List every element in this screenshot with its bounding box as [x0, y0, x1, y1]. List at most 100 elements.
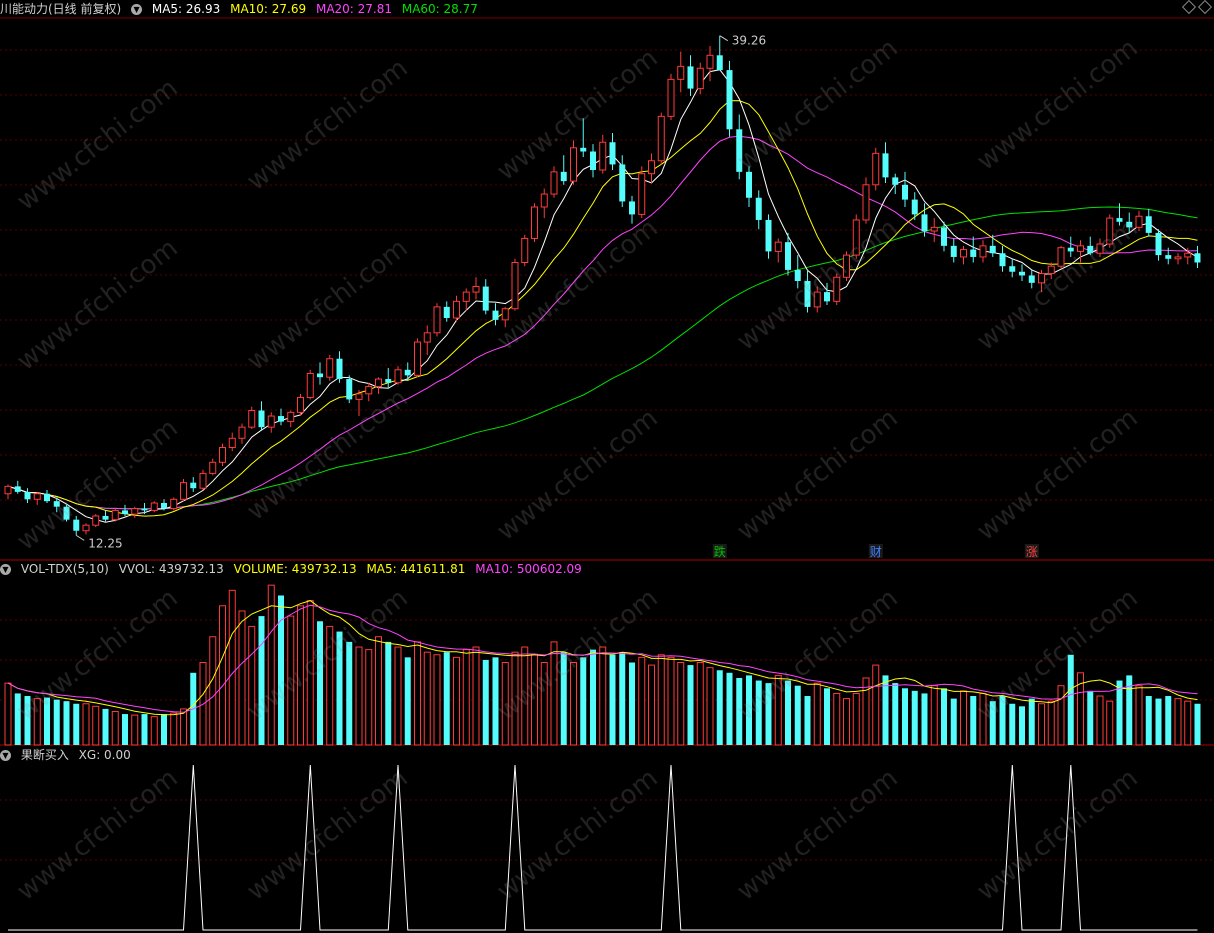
candle-body — [1155, 232, 1162, 256]
volume-bar — [736, 677, 743, 745]
volume-bar — [648, 664, 655, 746]
volume-bar — [999, 696, 1006, 745]
candle-body — [44, 493, 50, 502]
volume-bar — [824, 688, 830, 745]
candle-body — [462, 291, 470, 302]
volume-bar — [1028, 698, 1035, 745]
candle-body — [482, 286, 489, 311]
candle-body — [278, 416, 284, 422]
volume-indicator-name: VOL-TDX(5,10) — [20, 562, 109, 576]
candle-body — [122, 510, 128, 515]
candle-body — [131, 508, 139, 515]
settings-toggle-icon[interactable]: ▼ — [131, 4, 143, 15]
candle-body — [774, 241, 782, 252]
candle-body — [824, 292, 830, 302]
xg-signal-line — [8, 764, 1198, 931]
volume-bar — [443, 652, 450, 745]
candle-body — [248, 410, 256, 428]
volume-bar — [92, 705, 100, 746]
candle-body — [1165, 255, 1172, 259]
candle-body — [590, 151, 596, 170]
candle-body — [1019, 271, 1025, 276]
volume-bar — [930, 685, 938, 746]
volume-bar — [960, 690, 967, 746]
volume-bar — [180, 708, 187, 746]
marker-zhang: 涨 — [1026, 544, 1038, 559]
stock-title: 川能动力(日线 前复权) — [0, 2, 122, 16]
candle-body — [804, 281, 811, 307]
candle-body — [102, 515, 109, 520]
volume-bar — [657, 654, 665, 746]
candle-body — [228, 437, 236, 448]
candle-body — [746, 171, 752, 198]
volume-bar — [765, 683, 772, 745]
signal-settings-icon[interactable]: ▼ — [0, 750, 11, 761]
xg-value: XG: 0.00 — [78, 748, 131, 762]
volume-bar — [1155, 698, 1162, 745]
candle-body — [1067, 247, 1074, 252]
volume-bar — [258, 616, 265, 745]
volume-bar — [1135, 685, 1143, 746]
volume-bar — [941, 688, 947, 745]
candle-body — [580, 147, 587, 152]
volume-bar — [365, 649, 373, 746]
volume-bar — [599, 646, 607, 746]
candle-body — [657, 115, 665, 162]
candle-body — [111, 509, 119, 521]
volume-ma5-value: MA5: 441611.81 — [366, 562, 466, 576]
candle-body — [950, 245, 957, 257]
ma20-line — [7, 135, 1198, 510]
volume-bar — [550, 641, 558, 746]
volume-bar — [590, 649, 596, 745]
volume-bar — [979, 692, 987, 746]
volume-bar — [726, 672, 733, 745]
volume-bar — [638, 656, 646, 746]
candle-body — [297, 397, 304, 413]
candle-body — [599, 141, 607, 171]
candle-body — [92, 515, 100, 526]
candle-body — [892, 177, 899, 185]
candle-body — [501, 308, 509, 321]
volume-bar — [785, 680, 791, 745]
volume-bar — [872, 664, 880, 746]
volume-bar — [82, 703, 90, 746]
volume-bar — [278, 595, 284, 745]
candle-body — [970, 249, 977, 257]
candle-body — [843, 254, 850, 278]
volume-bar — [794, 685, 801, 745]
volume-bar — [911, 690, 918, 745]
candle-body — [619, 164, 626, 202]
candle-body — [199, 472, 207, 489]
candle-body — [53, 501, 60, 507]
volume-settings-icon[interactable]: ▼ — [0, 564, 11, 575]
candle-body — [1106, 217, 1114, 245]
volume-bar — [161, 714, 167, 745]
candle-body — [785, 242, 791, 270]
volume-bar — [531, 654, 538, 746]
volume-bar — [677, 662, 685, 746]
candle-body — [63, 506, 70, 520]
volume-bar — [248, 625, 256, 746]
candle-body — [755, 197, 762, 220]
volume-bar — [843, 698, 850, 746]
candle-body — [1057, 247, 1065, 267]
candle-body — [1184, 252, 1192, 258]
volume-bar — [521, 646, 529, 746]
candle-body — [999, 253, 1006, 267]
ma20-value: MA20: 27.81 — [315, 2, 393, 16]
volume-bar — [326, 625, 334, 746]
candle-body — [852, 219, 860, 256]
low-price-label: 12.25 — [88, 536, 122, 550]
candle-body — [540, 193, 548, 208]
volume-bar — [609, 654, 616, 745]
candle-body — [1087, 245, 1094, 254]
volume-bar — [150, 716, 158, 746]
volume-bar — [336, 631, 343, 745]
volume-bar — [862, 677, 870, 746]
candle-body — [1028, 275, 1035, 283]
volume-bar — [696, 662, 704, 746]
volume-bar — [570, 662, 577, 746]
volume-bar — [346, 641, 353, 745]
candle-body — [960, 249, 967, 258]
candle-body — [941, 227, 947, 246]
